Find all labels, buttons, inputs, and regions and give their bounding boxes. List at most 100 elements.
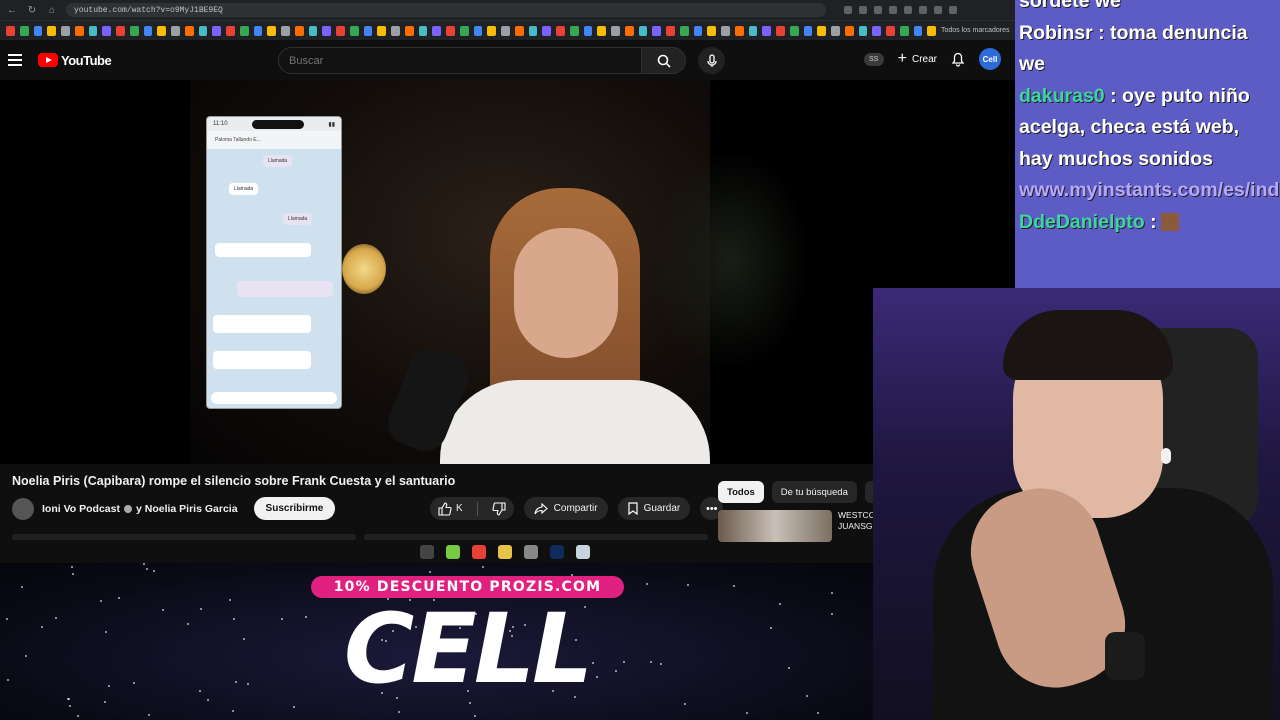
bookmark-favicon-icon[interactable]	[528, 25, 538, 36]
bookmark-favicon-icon[interactable]	[336, 25, 345, 36]
bookmark-favicon-icon[interactable]	[762, 25, 771, 36]
bookmark-favicon-icon[interactable]	[707, 25, 716, 36]
extension-icon[interactable]	[859, 6, 867, 14]
bookmark-favicon-icon[interactable]	[913, 25, 923, 36]
bookmark-favicon-icon[interactable]	[542, 25, 551, 36]
bookmark-favicon-icon[interactable]	[281, 25, 290, 36]
bookmark-favicon-icon[interactable]	[693, 25, 703, 36]
reload-icon[interactable]: ↻	[26, 5, 38, 16]
account-avatar[interactable]: Cell	[979, 48, 1001, 70]
bookmark-favicon-icon[interactable]	[679, 25, 689, 36]
address-bar[interactable]: youtube.com/watch?v=o9MyJ1BE9EQ	[66, 3, 826, 17]
chrome-icon[interactable]	[472, 545, 486, 559]
bookmark-favicon-icon[interactable]	[652, 25, 661, 36]
bookmark-favicon-icon[interactable]	[844, 25, 854, 36]
bookmark-favicon-icon[interactable]	[817, 25, 826, 36]
bookmark-favicon-icon[interactable]	[803, 25, 813, 36]
co-channel-name[interactable]: y Noelia Piris Garcia	[136, 503, 238, 515]
back-icon[interactable]: ←	[6, 5, 18, 16]
bookmark-favicon-icon[interactable]	[899, 25, 909, 36]
bookmark-favicon-icon[interactable]	[418, 25, 428, 36]
bookmark-favicon-icon[interactable]	[198, 25, 208, 36]
voice-search-button[interactable]	[698, 47, 725, 74]
bookmark-favicon-icon[interactable]	[611, 25, 620, 36]
extension-icon[interactable]	[949, 6, 957, 14]
bookmark-favicon-icon[interactable]	[886, 25, 895, 36]
bookmark-favicon-icon[interactable]	[363, 25, 373, 36]
bookmark-favicon-icon[interactable]	[597, 25, 606, 36]
bookmark-favicon-icon[interactable]	[6, 25, 15, 36]
related-video[interactable]: WESTCO JUANSG	[718, 510, 875, 542]
bookmark-favicon-icon[interactable]	[322, 25, 331, 36]
bookmark-favicon-icon[interactable]	[556, 25, 565, 36]
bookmark-favicon-icon[interactable]	[473, 25, 483, 36]
search-input[interactable]	[278, 47, 642, 74]
bookmark-favicon-icon[interactable]	[171, 25, 180, 36]
bookmark-favicon-icon[interactable]	[102, 25, 111, 36]
bookmark-favicon-icon[interactable]	[666, 25, 675, 36]
bookmark-favicon-icon[interactable]	[267, 25, 276, 36]
youtube-logo[interactable]: YouTube	[38, 53, 112, 68]
notifications-bell-icon[interactable]	[951, 51, 965, 67]
dislike-button[interactable]	[484, 497, 514, 520]
bookmark-favicon-icon[interactable]	[776, 25, 785, 36]
photoshop-icon[interactable]	[550, 545, 564, 559]
bookmark-favicon-icon[interactable]	[734, 25, 744, 36]
video-player[interactable]: 11:10 ▮▮ Paloma Tallando E... Llamada Ll…	[0, 80, 1015, 464]
bookmark-favicon-icon[interactable]	[831, 25, 840, 36]
bookmark-favicon-icon[interactable]	[391, 25, 400, 36]
bookmark-favicon-icon[interactable]	[404, 25, 414, 36]
bookmark-favicon-icon[interactable]	[116, 25, 125, 36]
bookmark-favicon-icon[interactable]	[487, 25, 496, 36]
bookmark-favicon-icon[interactable]	[569, 25, 579, 36]
create-button[interactable]: + Crear	[898, 51, 937, 67]
app-icon[interactable]	[420, 545, 434, 559]
bookmark-favicon-icon[interactable]	[789, 25, 799, 36]
chat-username[interactable]: dakuras0	[1019, 85, 1110, 107]
menu-icon[interactable]	[8, 54, 22, 66]
bookmark-favicon-icon[interactable]	[308, 25, 318, 36]
bookmark-favicon-icon[interactable]	[253, 25, 263, 36]
bookmark-favicon-icon[interactable]	[858, 25, 868, 36]
bookmark-favicon-icon[interactable]	[721, 25, 730, 36]
bookmark-favicon-icon[interactable]	[61, 25, 70, 36]
extension-icon[interactable]	[874, 6, 882, 14]
bookmark-favicon-icon[interactable]	[294, 25, 304, 36]
bookmark-favicon-icon[interactable]	[927, 25, 936, 36]
bookmark-favicon-icon[interactable]	[624, 25, 634, 36]
bookmark-favicon-icon[interactable]	[184, 25, 194, 36]
bookmark-favicon-icon[interactable]	[226, 25, 235, 36]
bookmark-favicon-icon[interactable]	[638, 25, 648, 36]
bookmark-favicon-icon[interactable]	[74, 25, 84, 36]
extension-icon[interactable]	[844, 6, 852, 14]
bookmark-favicon-icon[interactable]	[143, 25, 153, 36]
bookmark-favicon-icon[interactable]	[212, 25, 221, 36]
search-button[interactable]	[642, 47, 686, 74]
extension-icon[interactable]	[889, 6, 897, 14]
bookmark-favicon-icon[interactable]	[459, 25, 469, 36]
bookmark-favicon-icon[interactable]	[33, 25, 43, 36]
all-bookmarks-label[interactable]: Todos los marcadores	[941, 27, 1009, 34]
subscribe-button[interactable]: Suscribirme	[253, 497, 336, 520]
bookmark-favicon-icon[interactable]	[514, 25, 524, 36]
app-icon[interactable]	[576, 545, 590, 559]
bookmark-favicon-icon[interactable]	[239, 25, 249, 36]
bookmark-favicon-icon[interactable]	[446, 25, 455, 36]
bookmark-favicon-icon[interactable]	[748, 25, 758, 36]
bookmark-favicon-icon[interactable]	[501, 25, 510, 36]
bookmark-favicon-icon[interactable]	[19, 25, 29, 36]
extension-icon[interactable]	[904, 6, 912, 14]
app-icon[interactable]	[446, 545, 460, 559]
chip-all[interactable]: Todos	[718, 481, 764, 503]
channel-avatar[interactable]	[12, 497, 34, 520]
chip-from-search[interactable]: De tu búsqueda	[771, 481, 857, 503]
bookmark-favicon-icon[interactable]	[129, 25, 139, 36]
chat-username[interactable]: DdeDanielpto	[1019, 211, 1150, 233]
bookmark-favicon-icon[interactable]	[88, 25, 98, 36]
save-button[interactable]: Guardar	[617, 497, 691, 520]
bookmark-favicon-icon[interactable]	[349, 25, 359, 36]
chat-username[interactable]: Robinsr	[1019, 22, 1098, 44]
bookmark-favicon-icon[interactable]	[47, 25, 56, 36]
folder-icon[interactable]	[498, 545, 512, 559]
app-icon[interactable]	[524, 545, 538, 559]
